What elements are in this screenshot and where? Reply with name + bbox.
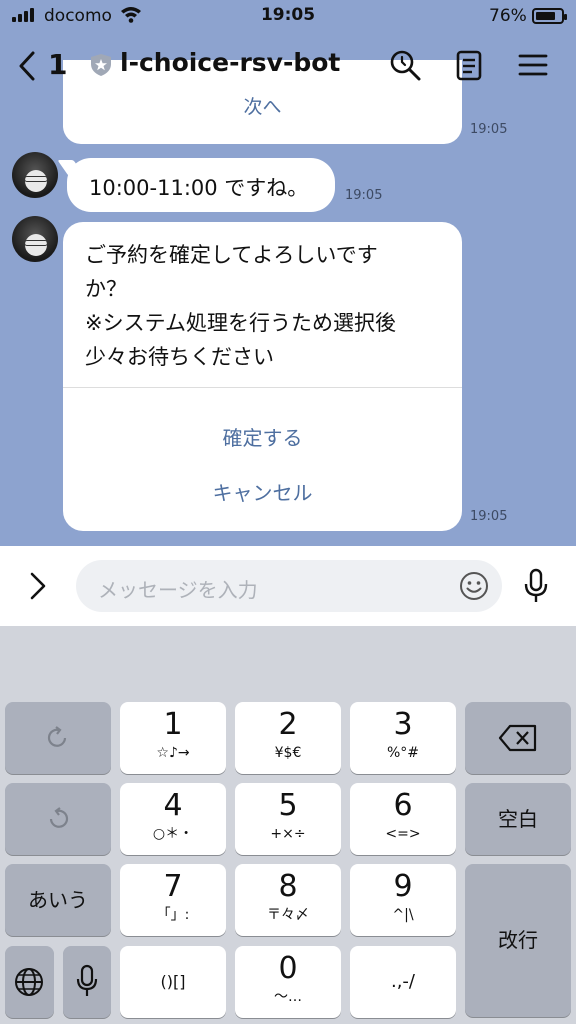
chat-title: l-choice-rsv-bot (120, 48, 341, 77)
back-button[interactable]: 1 (18, 46, 68, 86)
chat-area: 次へ 19:05 docomo 19:05 76% 1 l-choice-rsv… (0, 0, 576, 546)
key-brackets[interactable]: ()[] (120, 946, 226, 1018)
undo-key[interactable] (5, 702, 111, 774)
keyboard: 1 ☆♪→ 2 ¥$€ 3 %°# 4 ○＊・ 5 +×÷ 6 <=> 空白 あいう 7 「」… (0, 626, 576, 1024)
key-5[interactable]: 5 +×÷ (235, 783, 341, 855)
bot-avatar[interactable] (12, 216, 58, 262)
backspace-key[interactable] (465, 702, 571, 774)
message-input[interactable]: メッセージを入力 (76, 560, 502, 612)
menu-icon[interactable] (516, 48, 550, 82)
microphone-icon[interactable] (522, 568, 550, 604)
redo-arrow-icon (47, 726, 67, 747)
key-4[interactable]: 4 ○＊・ (120, 783, 226, 855)
enter-key[interactable]: 改行 (465, 864, 571, 1017)
message-placeholder: メッセージを入力 (98, 578, 258, 602)
space-key[interactable]: 空白 (465, 783, 571, 855)
key-7[interactable]: 7 「」: (120, 864, 226, 936)
key-0[interactable]: 0 〜… (235, 946, 341, 1018)
battery-icon (532, 8, 567, 24)
divider (63, 387, 462, 388)
key-2[interactable]: 2 ¥$€ (235, 702, 341, 774)
key-9[interactable]: 9 ^|\ (350, 864, 456, 936)
battery-percent: 76% (489, 6, 527, 26)
globe-key[interactable] (5, 946, 54, 1018)
message-timestamp: 19:05 (470, 122, 508, 137)
message-text: 10:00-11:00 ですね。 (89, 176, 309, 200)
backspace-icon (498, 724, 537, 752)
reverse-key[interactable] (5, 783, 111, 855)
confirm-button[interactable]: 確定する (63, 422, 462, 451)
confirm-message-bubble: ご予約を確定してよろしいです か？ ※システム処理を行うため選択後 少々お待ちく… (63, 222, 462, 531)
chevron-left-icon (19, 51, 35, 81)
cancel-button[interactable]: キャンセル (63, 477, 462, 506)
notes-icon[interactable] (452, 48, 486, 82)
kana-mode-key[interactable]: あいう (5, 864, 111, 936)
key-punctuation[interactable]: .,-/ (350, 946, 456, 1018)
key-8[interactable]: 8 〒々〆 (235, 864, 341, 936)
status-bar: docomo 19:05 76% (0, 0, 576, 32)
message-timestamp: 19:05 (470, 509, 508, 524)
shield-icon (91, 54, 111, 76)
search-icon[interactable] (388, 48, 422, 82)
message-timestamp: 19:05 (345, 188, 383, 203)
key-3[interactable]: 3 %°# (350, 702, 456, 774)
bot-avatar[interactable] (12, 152, 58, 198)
globe-icon (15, 968, 43, 996)
dictation-key[interactable] (63, 946, 111, 1018)
user-reply-bubble: 10:00-11:00 ですね。 (67, 158, 335, 212)
confirm-message-text: ご予約を確定してよろしいです か？ ※システム処理を行うため選択後 少々お待ちく… (85, 243, 396, 369)
message-input-bar: メッセージを入力 (0, 546, 576, 626)
undo-arrow-icon (49, 807, 69, 828)
battery-level (536, 12, 555, 20)
key-1[interactable]: 1 ☆♪→ (120, 702, 226, 774)
emoji-icon[interactable] (458, 570, 490, 602)
unread-count: 1 (48, 48, 68, 81)
microphone-icon (76, 964, 98, 996)
chevron-right-icon[interactable] (26, 568, 50, 604)
chat-header: 1 l-choice-rsv-bot (0, 32, 576, 98)
key-6[interactable]: 6 <=> (350, 783, 456, 855)
